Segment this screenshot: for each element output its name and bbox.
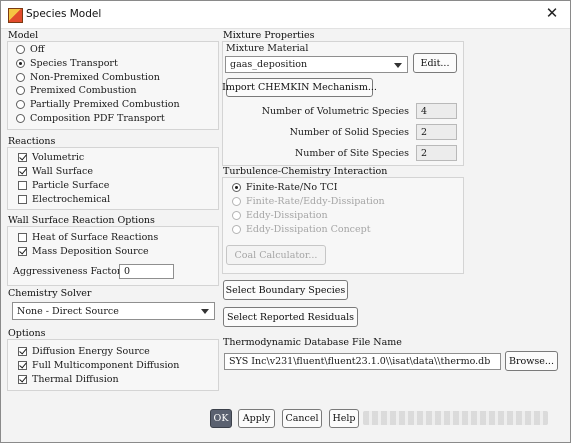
species-app-icon: [8, 8, 23, 23]
site-species-label: Number of Site Species: [294, 148, 409, 159]
select-boundary-species-button[interactable]: Select Boundary Species: [223, 280, 348, 300]
reaction-option-particle-surface[interactable]: Particle Surface: [18, 180, 109, 191]
watermark-overlay: [363, 411, 548, 425]
options-item-label: Thermal Diffusion: [32, 374, 119, 385]
model-option-premixed-combustion[interactable]: Premixed Combustion: [16, 85, 136, 96]
help-button[interactable]: Help: [329, 409, 359, 428]
turbulence-option-label: Eddy-Dissipation: [246, 210, 328, 221]
checkbox[interactable]: [18, 153, 27, 162]
options-item-full-multicomponent-diffusion[interactable]: Full Multicomponent Diffusion: [18, 360, 179, 371]
model-option-label: Off: [30, 44, 45, 55]
model-option-label: Non-Premixed Combustion: [30, 71, 160, 83]
wall-surface-option-label: Mass Deposition Source: [32, 246, 149, 257]
reactions-section-title: Reactions: [8, 136, 56, 147]
checkbox[interactable]: [18, 195, 27, 204]
close-icon[interactable]: ✕: [543, 4, 561, 22]
solid-species-label: Number of Solid Species: [289, 127, 409, 138]
checkbox[interactable]: [18, 181, 27, 190]
checkbox[interactable]: [18, 247, 27, 256]
title-bar: Species Model ✕: [1, 1, 570, 29]
checkbox[interactable]: [18, 233, 27, 242]
reaction-option-label: Electrochemical: [32, 194, 111, 205]
turbulence-option-eddy-dissipation-concept: Eddy-Dissipation Concept: [232, 224, 371, 235]
radio-button: [232, 197, 241, 206]
reaction-option-label: Volumetric: [32, 152, 85, 163]
turbulence-option-finite-rate-no-tci[interactable]: Finite-Rate/No TCI: [232, 182, 338, 193]
model-option-label: Premixed Combustion: [30, 85, 137, 97]
thermo-db-path-input[interactable]: SYS Inc\v231\fluent\fluent23.1.0\\isat\d…: [224, 353, 501, 370]
aggressiveness-label: Aggressiveness Factor: [13, 266, 122, 277]
turbulence-option-finite-rate-eddy-dissipation: Finite-Rate/Eddy-Dissipation: [232, 196, 385, 207]
wall-surface-option-heat-of-surface-reactions[interactable]: Heat of Surface Reactions: [18, 232, 158, 243]
browse-button[interactable]: Browse...: [505, 351, 558, 371]
ok-button[interactable]: OK: [210, 409, 232, 428]
window-title: Species Model: [26, 8, 102, 20]
mixture-material-label: Mixture Material: [226, 43, 309, 54]
reaction-option-electrochemical[interactable]: Electrochemical: [18, 194, 110, 205]
cancel-button[interactable]: Cancel: [282, 409, 322, 428]
chevron-down-icon: [394, 62, 402, 68]
wall-surface-option-label: Heat of Surface Reactions: [32, 232, 159, 243]
radio-button[interactable]: [16, 72, 25, 82]
model-option-species-transport[interactable]: Species Transport: [16, 58, 118, 69]
site-species-value: 2: [416, 145, 457, 161]
volumetric-species-label: Number of Volumetric Species: [261, 106, 409, 117]
reaction-option-label: Wall Surface: [32, 166, 93, 177]
solid-species-value: 2: [416, 124, 457, 140]
radio-button[interactable]: [16, 86, 25, 96]
model-option-label: Partially Premixed Combustion: [30, 99, 180, 111]
aggressiveness-input[interactable]: 0: [119, 264, 174, 279]
model-option-partially-premixed-combustion[interactable]: Partially Premixed Combustion: [16, 99, 180, 110]
turbulence-option-label: Eddy-Dissipation Concept: [246, 224, 371, 235]
options-item-diffusion-energy-source[interactable]: Diffusion Energy Source: [18, 346, 150, 357]
checkbox[interactable]: [18, 167, 27, 176]
reaction-option-volumetric[interactable]: Volumetric: [18, 152, 84, 163]
turbulence-section-title: Turbulence-Chemistry Interaction: [223, 166, 388, 177]
species-model-dialog: Species Model ✕ Model Off Species Transpo…: [0, 0, 571, 443]
select-reported-residuals-button[interactable]: Select Reported Residuals: [223, 307, 358, 327]
radio-button[interactable]: [16, 45, 25, 54]
model-option-label: Composition PDF Transport: [30, 113, 165, 124]
thermo-db-section-title: Thermodynamic Database File Name: [223, 337, 402, 348]
chemistry-solver-value: None - Direct Source: [17, 305, 119, 317]
model-option-off[interactable]: Off: [16, 44, 45, 55]
turbulence-option-label: Finite-Rate/Eddy-Dissipation: [246, 196, 385, 207]
radio-button[interactable]: [16, 114, 25, 123]
turbulence-option-label: Finite-Rate/No TCI: [246, 182, 338, 193]
edit-mixture-button[interactable]: Edit...: [413, 53, 457, 73]
model-option-composition-pdf-transport[interactable]: Composition PDF Transport: [16, 113, 165, 124]
checkbox[interactable]: [18, 347, 27, 356]
reaction-option-label: Particle Surface: [32, 180, 110, 191]
mixture-material-select[interactable]: gaas_deposition: [225, 56, 408, 73]
chemistry-solver-section-title: Chemistry Solver: [8, 288, 92, 299]
model-section-title: Model: [8, 30, 39, 41]
chemistry-solver-select[interactable]: None - Direct Source: [12, 302, 215, 320]
checkbox[interactable]: [18, 375, 27, 384]
radio-button[interactable]: [16, 58, 25, 68]
wall-surface-section-title: Wall Surface Reaction Options: [8, 215, 155, 226]
options-item-label: Full Multicomponent Diffusion: [32, 360, 180, 371]
mixture-section-title: Mixture Properties: [223, 30, 315, 41]
chevron-down-icon: [201, 309, 209, 314]
reaction-option-wall-surface[interactable]: Wall Surface: [18, 166, 93, 177]
options-section-title: Options: [8, 328, 46, 339]
wall-surface-option-mass-deposition-source[interactable]: Mass Deposition Source: [18, 246, 149, 257]
radio-button: [232, 225, 241, 234]
apply-button[interactable]: Apply: [238, 409, 275, 428]
turbulence-option-eddy-dissipation: Eddy-Dissipation: [232, 210, 328, 221]
radio-button: [232, 211, 241, 220]
radio-button[interactable]: [16, 100, 25, 110]
options-item-label: Diffusion Energy Source: [32, 346, 150, 357]
options-item-thermal-diffusion[interactable]: Thermal Diffusion: [18, 374, 119, 385]
radio-button[interactable]: [232, 183, 241, 192]
checkbox[interactable]: [18, 361, 27, 370]
coal-calculator-button[interactable]: Coal Calculator...: [226, 245, 326, 265]
import-chemkin-button[interactable]: Import CHEMKIN Mechanism...: [222, 78, 377, 97]
volumetric-species-value: 4: [416, 103, 457, 119]
model-option-non-premixed-combustion[interactable]: Non-Premixed Combustion: [16, 72, 160, 83]
mixture-material-value: gaas_deposition: [230, 59, 308, 70]
model-option-label: Species Transport: [30, 57, 118, 69]
